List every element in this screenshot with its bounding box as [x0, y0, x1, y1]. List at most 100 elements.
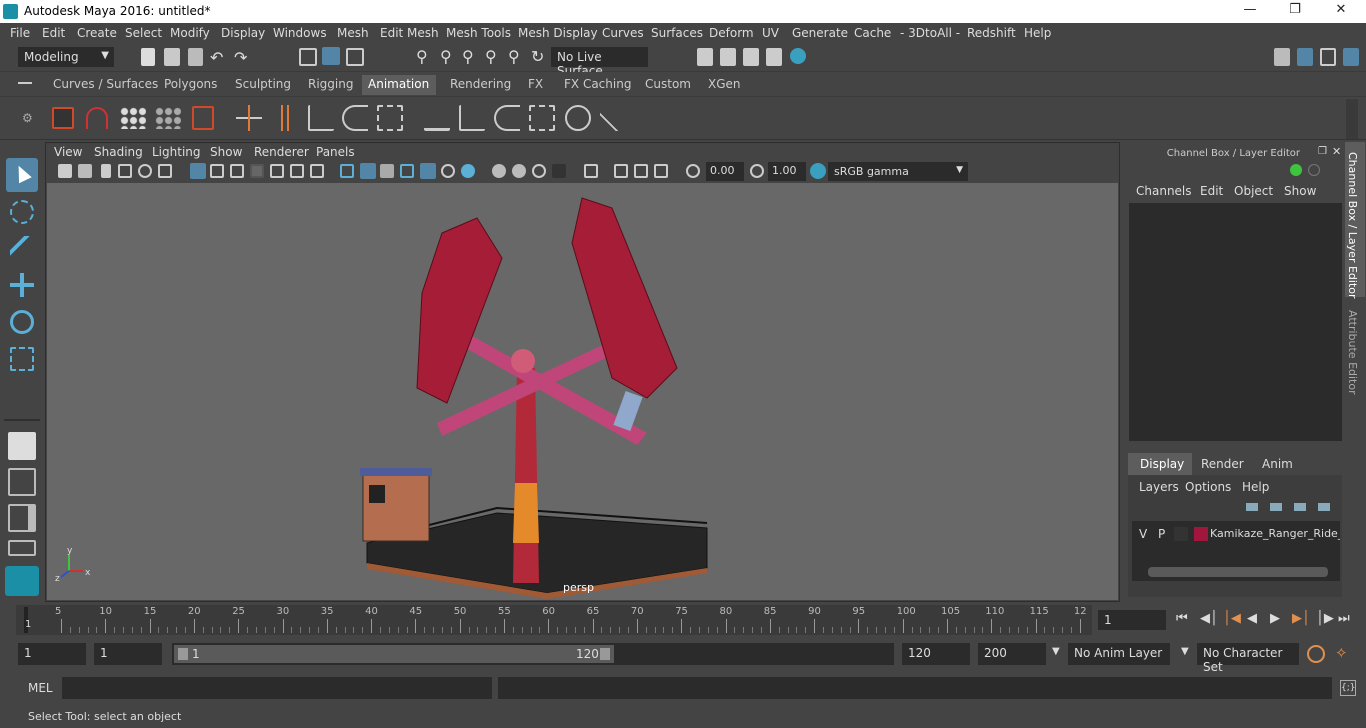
- select-by-component-icon[interactable]: [346, 48, 364, 66]
- tab-render[interactable]: Render: [1201, 457, 1244, 471]
- snap-grid-icon[interactable]: ⚲: [416, 47, 428, 66]
- scale-constraint-icon[interactable]: [529, 105, 555, 131]
- motion-path-icon[interactable]: [424, 105, 450, 131]
- menu-display[interactable]: Display: [221, 26, 265, 40]
- gate-mask-icon[interactable]: [250, 164, 264, 178]
- color-space-dropdown[interactable]: sRGB gamma ▼: [828, 162, 968, 181]
- viewport-menu-show[interactable]: Show: [210, 145, 242, 159]
- menu-help[interactable]: Help: [1024, 26, 1051, 40]
- time-editor-icon[interactable]: [192, 106, 214, 130]
- layout-shortcut-icon[interactable]: [8, 540, 36, 556]
- animation-preferences-icon[interactable]: ✧: [1335, 644, 1348, 662]
- resolution-gate-icon[interactable]: [230, 164, 244, 178]
- move-tool-icon[interactable]: [10, 273, 34, 297]
- select-camera-icon[interactable]: [58, 164, 72, 178]
- animation-end-field[interactable]: 200: [978, 643, 1046, 665]
- script-editor-icon[interactable]: {;}: [1340, 680, 1356, 696]
- wireframe-icon[interactable]: [340, 164, 354, 178]
- aim-constraint-icon[interactable]: [600, 105, 626, 131]
- new-empty-layer-icon[interactable]: [1294, 503, 1306, 511]
- snap-curve-icon[interactable]: ⚲: [440, 47, 452, 66]
- close-panel-icon[interactable]: ✕: [1332, 145, 1341, 158]
- layer-row[interactable]: V P Kamikaze_Ranger_Ride_A: [1132, 524, 1340, 544]
- menu-modify[interactable]: Modify: [170, 26, 210, 40]
- tab-fx-caching[interactable]: FX Caching: [558, 75, 637, 95]
- toggle-modeling-toolkit-icon[interactable]: [1343, 48, 1359, 66]
- isolate-select-icon[interactable]: [552, 164, 566, 178]
- select-tool-icon[interactable]: [6, 158, 38, 192]
- float-panel-icon[interactable]: ❐: [1318, 146, 1327, 157]
- timeline-track[interactable]: 1 5 10 15 20 25 30 35 40 45 50 55 60 65 70 75 80 85 90 95 1…: [16, 605, 1092, 635]
- playback-end-field[interactable]: 120: [902, 643, 970, 665]
- image-plane-icon[interactable]: [118, 164, 132, 178]
- shadows-icon[interactable]: [441, 164, 455, 178]
- paint-select-tool-icon[interactable]: [10, 236, 34, 260]
- shelf-menu-icon[interactable]: [18, 82, 32, 84]
- tab-custom[interactable]: Custom: [639, 75, 697, 95]
- menu-curves[interactable]: Curves: [602, 26, 644, 40]
- play-backwards-icon[interactable]: ◀: [1247, 611, 1257, 626]
- safe-title-icon[interactable]: [310, 164, 324, 178]
- command-input[interactable]: [62, 677, 492, 699]
- scale-tool-icon[interactable]: [10, 347, 34, 371]
- tab-rigging[interactable]: Rigging: [302, 75, 359, 95]
- perspective-viewport[interactable]: y x z persp: [47, 183, 1118, 600]
- xray-active-components-icon[interactable]: [634, 164, 648, 178]
- tab-attribute-editor-vertical[interactable]: Attribute Editor: [1345, 304, 1365, 399]
- chevron-down-icon[interactable]: ▼: [1052, 646, 1060, 657]
- gamma-field[interactable]: 1.00: [768, 162, 806, 181]
- single-perspective-layout-icon[interactable]: [8, 432, 36, 460]
- menu-set-dropdown[interactable]: Modeling ▼: [18, 47, 114, 67]
- persp-outliner-layout-icon[interactable]: [8, 504, 36, 532]
- help-menu[interactable]: Help: [1242, 480, 1269, 494]
- viewport-menu-panels[interactable]: Panels: [316, 145, 355, 159]
- go-to-start-icon[interactable]: ⏮: [1176, 611, 1188, 626]
- menu-cache[interactable]: Cache: [854, 26, 891, 40]
- menu-mesh-tools[interactable]: Mesh Tools: [446, 26, 511, 40]
- tab-sculpting[interactable]: Sculpting: [229, 75, 297, 95]
- playback-start-field[interactable]: 1: [94, 643, 162, 665]
- layer-visibility-toggle[interactable]: V: [1139, 527, 1147, 541]
- layer-playback-toggle[interactable]: P: [1158, 527, 1165, 541]
- layer-color-swatch[interactable]: [1194, 527, 1208, 541]
- viewport-menu-shading[interactable]: Shading: [94, 145, 143, 159]
- menu-file[interactable]: File: [10, 26, 30, 40]
- select-by-object-icon[interactable]: [322, 47, 340, 65]
- safe-action-icon[interactable]: [290, 164, 304, 178]
- close-icon[interactable]: ✕: [1331, 2, 1351, 20]
- color-management-icon[interactable]: [810, 163, 826, 179]
- menu-uv[interactable]: UV: [762, 26, 779, 40]
- restore-icon[interactable]: ❐: [1285, 2, 1305, 20]
- go-to-end-icon[interactable]: ⏭: [1338, 611, 1350, 626]
- snap-point-icon[interactable]: ⚲: [462, 47, 474, 66]
- channel-list[interactable]: [1129, 203, 1342, 441]
- step-back-key-icon[interactable]: │◀: [1223, 611, 1241, 626]
- layer-name[interactable]: Kamikaze_Ranger_Ride_A: [1210, 527, 1340, 540]
- undo-icon[interactable]: ↶: [210, 48, 223, 67]
- tab-fx[interactable]: FX: [522, 75, 549, 95]
- menu-deform[interactable]: Deform: [709, 26, 754, 40]
- current-frame-field[interactable]: 1: [1098, 610, 1166, 630]
- bookmark-icon[interactable]: [101, 164, 111, 178]
- maya-home-logo-icon[interactable]: [5, 566, 39, 596]
- menu-redshift[interactable]: Redshift: [967, 26, 1016, 40]
- move-layer-down-icon[interactable]: [1270, 503, 1282, 511]
- backface-culling-icon[interactable]: [654, 164, 668, 178]
- orient-constraint-icon[interactable]: [494, 105, 520, 131]
- toggle-channel-box-icon[interactable]: [1297, 48, 1313, 66]
- screen-space-ao-icon[interactable]: [461, 164, 475, 178]
- toggle-tool-settings-icon[interactable]: [1320, 48, 1336, 66]
- wireframe-on-shaded-icon[interactable]: [380, 164, 394, 178]
- 2d-pan-zoom-icon[interactable]: [138, 164, 152, 178]
- xray-joints-icon[interactable]: [614, 164, 628, 178]
- new-scene-icon[interactable]: [141, 48, 155, 66]
- menu-3dtoall[interactable]: - 3DtoAll -: [900, 26, 960, 40]
- tab-rendering[interactable]: Rendering: [444, 75, 517, 95]
- playblast-icon[interactable]: [52, 107, 74, 129]
- multisample-aa-icon[interactable]: [512, 164, 526, 178]
- channels-menu[interactable]: Channels: [1136, 184, 1192, 198]
- depth-of-field-icon[interactable]: [532, 164, 546, 178]
- range-track[interactable]: 1 120: [172, 643, 894, 665]
- layers-menu[interactable]: Layers: [1139, 480, 1179, 494]
- ik-handle-icon[interactable]: [308, 105, 334, 131]
